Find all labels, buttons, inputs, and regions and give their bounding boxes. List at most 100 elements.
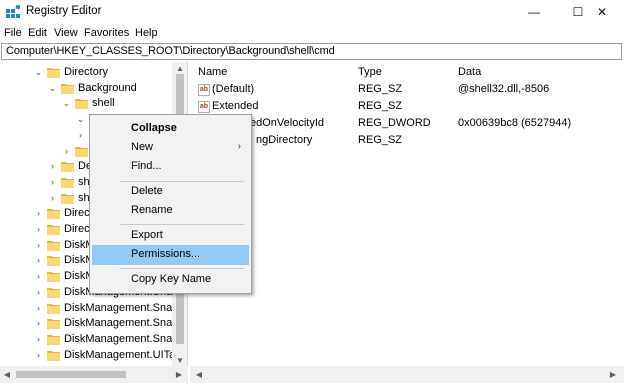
tree-node-label: Background	[78, 81, 137, 94]
chevron-right-icon[interactable]: ›	[48, 191, 57, 206]
menu-item-rename[interactable]: Rename	[92, 201, 249, 221]
chevron-right-icon[interactable]: ›	[34, 222, 43, 237]
registry-editor-icon	[6, 5, 20, 18]
tree-node[interactable]: › DiskManagement.UITas	[0, 348, 181, 363]
menu-item-delete[interactable]: Delete	[92, 182, 249, 202]
chevron-right-icon[interactable]: ›	[34, 269, 43, 284]
minimize-button[interactable]: —	[512, 0, 556, 24]
tree-node[interactable]: › DiskManagement.Snap	[0, 332, 178, 347]
folder-icon	[75, 99, 88, 110]
tree-node-label: Directory	[64, 66, 109, 78]
folder-icon	[47, 287, 60, 298]
menu-item-collapse[interactable]: Collapse	[92, 119, 249, 139]
chevron-down-icon[interactable]: ⌄	[48, 81, 57, 96]
close-button[interactable]: ✕	[580, 0, 624, 24]
menu-favorites[interactable]: Favorites	[84, 27, 129, 39]
value-row[interactable]: ab (Default) REG_SZ @shell32.dll,-8506	[190, 82, 624, 99]
menu-help[interactable]: Help	[135, 27, 158, 39]
menu-edit[interactable]: Edit	[28, 27, 47, 39]
menu-item-copy-key-name[interactable]: Copy Key Name	[92, 270, 249, 290]
scroll-left-icon[interactable]: ◀	[0, 366, 14, 383]
value-row[interactable]: ab Extended REG_SZ	[190, 99, 624, 116]
address-bar[interactable]: Computer\HKEY_CLASSES_ROOT\Directory\Bac…	[1, 43, 622, 60]
folder-icon	[61, 193, 74, 204]
menu-item-new[interactable]: New ›	[92, 138, 249, 158]
tree-node[interactable]: ⌄ Background	[0, 81, 172, 96]
chevron-right-icon[interactable]: ›	[34, 238, 43, 253]
chevron-down-icon[interactable]: ⌄	[34, 65, 43, 80]
value-type: REG_SZ	[358, 100, 403, 112]
column-header-name[interactable]: Name	[198, 66, 227, 78]
value-type: REG_SZ	[358, 83, 403, 95]
folder-icon	[47, 225, 60, 235]
chevron-right-icon[interactable]: ›	[34, 332, 43, 347]
title-bar: Registry Editor — ☐ ✕	[0, 0, 624, 24]
folder-icon	[75, 146, 88, 157]
list-horizontal-scrollbar[interactable]: ◀ ▶	[190, 366, 624, 383]
chevron-right-icon[interactable]: ›	[34, 206, 43, 221]
value-type: REG_SZ	[358, 134, 403, 146]
window-title: Registry Editor	[26, 5, 102, 17]
chevron-right-icon[interactable]: ›	[76, 128, 85, 143]
chevron-right-icon[interactable]: ›	[34, 316, 43, 331]
chevron-down-icon[interactable]: ⌄	[62, 96, 71, 111]
scroll-right-icon[interactable]: ▶	[172, 366, 186, 383]
chevron-right-icon[interactable]: ›	[48, 175, 57, 190]
string-value-icon: ab	[198, 84, 210, 96]
folder-icon	[61, 177, 74, 188]
folder-icon	[61, 162, 74, 173]
menu-separator	[120, 268, 244, 269]
tree-node[interactable]: ⌄ Directory	[0, 65, 172, 80]
value-row[interactable]: ngDirectory REG_SZ	[190, 133, 624, 150]
menu-bar: File Edit View Favorites Help	[0, 25, 624, 43]
address-path: Computer\HKEY_CLASSES_ROOT\Directory\Bac…	[6, 45, 335, 57]
menu-item-find[interactable]: Find...	[92, 157, 249, 177]
tree-node-label: DiskManagement.UITas	[64, 348, 181, 361]
menu-file[interactable]: File	[4, 27, 22, 39]
folder-icon	[47, 303, 60, 314]
value-row[interactable]: edOnVelocityId REG_DWORD 0x00639bc8 (652…	[190, 116, 624, 133]
column-header-type[interactable]: Type	[358, 66, 382, 78]
submenu-arrow-icon: ›	[237, 141, 241, 152]
string-value-icon: ab	[198, 101, 210, 113]
values-list: Name Type Data ab (Default) REG_SZ @shel…	[190, 62, 624, 366]
chevron-right-icon[interactable]: ›	[34, 348, 43, 363]
menu-separator	[120, 224, 244, 225]
menu-view[interactable]: View	[54, 27, 78, 39]
tree-node-label: DiskManagement.Snap	[64, 301, 179, 314]
column-header-data[interactable]: Data	[458, 66, 481, 78]
tree-node-label: DiskManagement.Snap	[64, 332, 179, 345]
value-name: Extended	[212, 100, 259, 112]
tree-node[interactable]: ⌄ shell	[0, 96, 172, 111]
tree-node[interactable]: › DiskManagement.Snap	[0, 301, 178, 316]
folder-icon	[47, 68, 60, 78]
tree-node-label: DiskManagement.Snap	[64, 317, 179, 330]
menu-item-export[interactable]: Export	[92, 226, 249, 246]
value-type: REG_DWORD	[358, 117, 431, 129]
tree-hscroll-thumb[interactable]	[16, 371, 126, 378]
folder-icon	[47, 272, 60, 283]
scroll-left-icon[interactable]: ◀	[192, 366, 206, 383]
tree-horizontal-scrollbar[interactable]: ◀ ▶	[0, 366, 188, 383]
tree-node-label: shell	[92, 97, 115, 110]
folder-icon	[47, 240, 60, 251]
tree-node[interactable]: › DiskManagement.Snap	[0, 316, 178, 331]
value-name: edOnVelocityId	[250, 117, 324, 129]
value-name: (Default)	[212, 83, 255, 95]
scroll-right-icon[interactable]: ▶	[606, 366, 620, 383]
chevron-right-icon[interactable]: ›	[34, 285, 43, 300]
chevron-right-icon[interactable]: ›	[34, 253, 43, 268]
folder-icon	[47, 334, 60, 345]
value-data: 0x00639bc8 (6527944)	[458, 117, 572, 129]
context-menu: Collapse New › Find... Delete Rename Exp…	[89, 114, 252, 294]
chevron-right-icon[interactable]: ›	[48, 159, 57, 174]
chevron-right-icon[interactable]: ›	[62, 144, 71, 159]
folder-icon	[61, 83, 74, 94]
chevron-right-icon[interactable]: ›	[34, 301, 43, 316]
chevron-down-icon[interactable]: ⌄	[76, 112, 85, 127]
folder-icon	[47, 350, 60, 361]
value-data: @shell32.dll,-8506	[458, 83, 550, 95]
value-name: ngDirectory	[256, 134, 313, 146]
menu-item-permissions[interactable]: Permissions...	[92, 245, 249, 265]
folder-icon	[47, 256, 60, 267]
